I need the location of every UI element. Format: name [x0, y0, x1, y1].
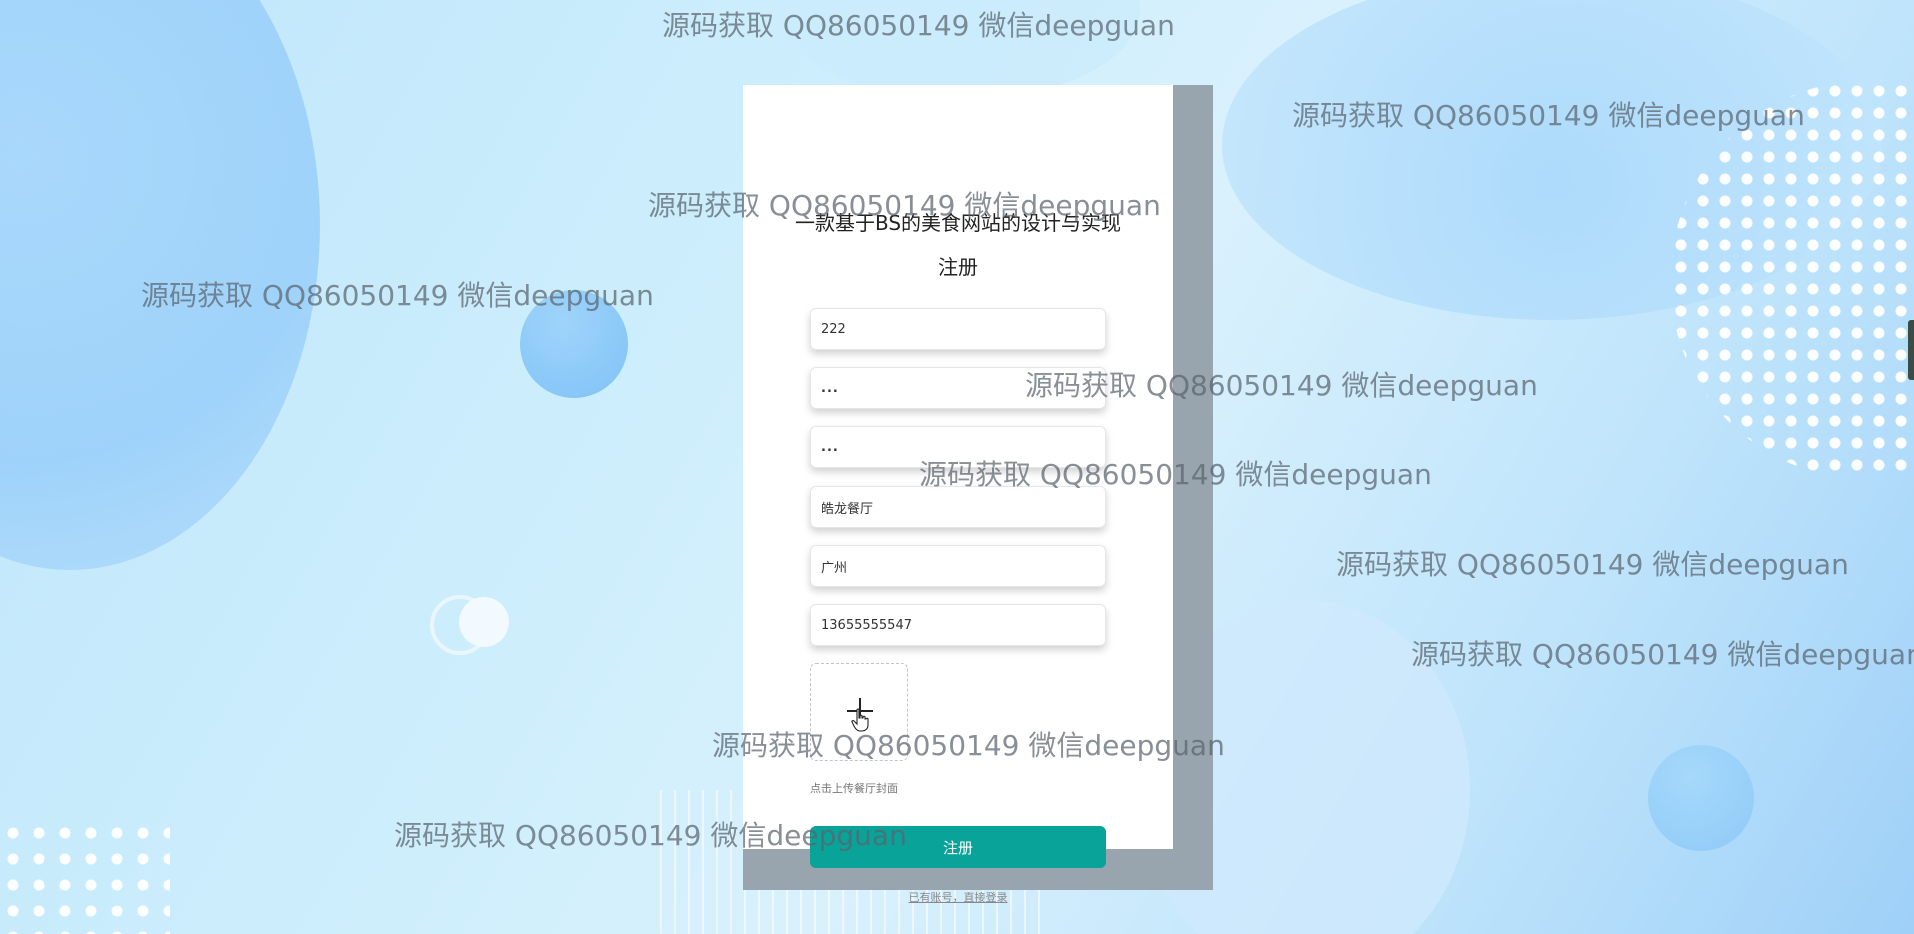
phone-input[interactable]: [810, 604, 1106, 646]
site-title: 一款基于BS的美食网站的设计与实现: [794, 211, 1122, 235]
confirm-password-input[interactable]: [810, 426, 1106, 468]
username-input[interactable]: [810, 308, 1106, 350]
bg-decoration: [0, 0, 320, 570]
form-heading: 注册: [938, 255, 978, 279]
edge-tab[interactable]: [1908, 320, 1914, 380]
bg-dot-pattern: [0, 820, 170, 934]
watermark: 源码获取 QQ86050149 微信deepguan: [1411, 638, 1914, 671]
bg-decoration: [520, 290, 628, 398]
page-background: 一款基于BS的美食网站的设计与实现 注册 点击上传餐厅封面 注册 已有账号，直接…: [0, 0, 1914, 934]
login-link[interactable]: 已有账号，直接登录: [743, 889, 1173, 905]
hand-cursor-icon: [851, 708, 869, 732]
bg-decoration: [459, 597, 509, 647]
upload-hint: 点击上传餐厅封面: [810, 782, 898, 795]
register-button[interactable]: 注册: [810, 826, 1106, 868]
watermark: 源码获取 QQ86050149 微信deepguan: [1336, 548, 1849, 581]
cover-upload[interactable]: [810, 663, 908, 761]
restaurant-name-input[interactable]: [810, 486, 1106, 528]
address-input[interactable]: [810, 545, 1106, 587]
password-input[interactable]: [810, 367, 1106, 409]
bg-decoration: [1648, 745, 1754, 851]
register-form: 一款基于BS的美食网站的设计与实现 注册 点击上传餐厅封面 注册 已有账号，直接…: [743, 85, 1173, 904]
